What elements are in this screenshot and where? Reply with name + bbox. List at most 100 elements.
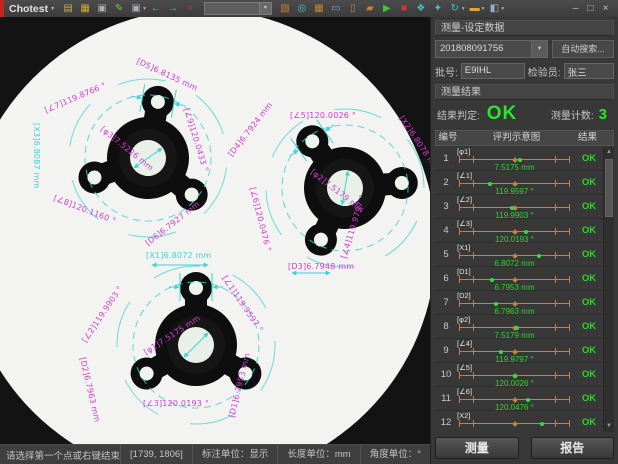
tolerance-diagram: [∠3] 120.0193 ° <box>457 219 575 242</box>
run-icon[interactable]: ▶ <box>380 2 395 15</box>
preset-dropdown[interactable]: ▾ <box>204 2 272 15</box>
measured-marker <box>524 230 528 234</box>
inspector-input[interactable]: 张三 <box>564 63 614 79</box>
save-as-icon[interactable]: ▣▾ <box>129 2 147 15</box>
table-row[interactable]: 5 [X1] 6.8072 mm OK <box>435 243 603 267</box>
table-row[interactable]: 2 [∠1] 119.9597 ° OK <box>435 171 603 195</box>
result-badge: OK <box>575 387 603 410</box>
scroll-down-icon[interactable]: ▼ <box>604 421 614 432</box>
table-row[interactable]: 7 [D2] 6.7963 mm OK <box>435 291 603 315</box>
result-badge: OK <box>575 291 603 314</box>
table-row[interactable]: 11 [∠6] 120.0476 ° OK <box>435 387 603 411</box>
undo-icon[interactable]: ← <box>149 2 164 15</box>
dataset-value: 201808091756 <box>436 41 531 57</box>
dim-D3: [D3]6.7948 mm <box>288 262 354 271</box>
row-number: 1 <box>435 147 457 170</box>
feature-label: [D1] <box>457 268 572 276</box>
tolerance-diagram: [φ1] 7.5175 mm <box>457 147 575 170</box>
toolbar: Chotest ▾ ▤▦▣✎▣▾←→× ▾ ▧◎▦▭▯▰▶■❖✦↻▾▬▾◧▾ –… <box>0 0 618 18</box>
column-diagram: 评判示意图 <box>460 131 573 145</box>
snapshot-tool-icon[interactable]: ◧▾ <box>487 2 505 15</box>
search-icon[interactable]: ◎ <box>295 2 310 15</box>
tolerance-bar <box>459 228 570 235</box>
row-number: 4 <box>435 219 457 242</box>
auto-search-button[interactable]: 自动搜索... <box>552 40 614 58</box>
section-header-results: 测量结果 <box>435 84 614 100</box>
tolerance-bar <box>459 420 570 427</box>
measure-count-value: 3 <box>599 106 607 123</box>
table-row[interactable]: 3 [∠2] 119.9903 ° OK <box>435 195 603 219</box>
nominal-marker <box>512 157 518 163</box>
table-row[interactable]: 10 [∠5] 120.0026 ° OK <box>435 363 603 387</box>
chevron-down-icon[interactable]: ▾ <box>531 41 547 57</box>
result-badge: OK <box>575 243 603 266</box>
tolerance-bar <box>459 180 570 187</box>
display-icon[interactable]: ▭ <box>329 2 344 15</box>
scrollbar-thumb[interactable] <box>605 159 613 217</box>
table-row[interactable]: 8 [φ2] 7.5179 mm OK <box>435 315 603 339</box>
edit-program-icon[interactable]: ✎ <box>112 2 127 15</box>
table-row[interactable]: 6 [D1] 6.7953 mm OK <box>435 267 603 291</box>
nominal-marker <box>512 397 518 403</box>
stop-icon[interactable]: ■ <box>397 2 412 15</box>
grid-view-icon[interactable]: ▦ <box>312 2 327 15</box>
length-unit: 长度单位：mm <box>277 445 359 464</box>
rotate-tool-icon[interactable]: ↻▾ <box>448 2 466 15</box>
measured-marker <box>537 254 541 258</box>
nominal-marker <box>512 181 518 187</box>
open-file-icon[interactable]: ▦ <box>78 2 93 15</box>
feature-label: [∠2] <box>457 196 572 204</box>
list-view-icon[interactable]: ▯ <box>346 2 361 15</box>
measured-marker <box>540 422 544 426</box>
measured-marker <box>518 158 522 162</box>
table-row[interactable]: 4 [∠3] 120.0193 ° OK <box>435 219 603 243</box>
report-button[interactable]: 报告 <box>531 437 615 459</box>
dataset-dropdown[interactable]: 201808091756 ▾ <box>435 40 548 58</box>
section-header-setup: 测量-设定数据 <box>435 20 614 36</box>
table-row[interactable]: 12 [X2] OK <box>435 411 603 432</box>
nominal-marker <box>512 349 518 355</box>
chevron-down-icon: ▾ <box>259 3 271 14</box>
save-icon[interactable]: ▣ <box>95 2 110 15</box>
measurement-canvas[interactable]: [D5]6.8135 mm [∠7]119.8766 ° [∠9]120.043… <box>0 17 430 444</box>
row-number: 11 <box>435 387 457 410</box>
result-judgement-value: OK <box>487 103 518 125</box>
scroll-up-icon[interactable]: ▲ <box>604 147 614 158</box>
nominal-marker <box>512 277 518 283</box>
close-button[interactable]: × <box>598 1 613 17</box>
measured-marker <box>513 374 517 378</box>
feature-label: [X2] <box>457 412 572 420</box>
measured-marker <box>526 398 530 402</box>
pick-tool-icon[interactable]: ❖ <box>414 2 429 15</box>
feature-label: [φ1] <box>457 148 572 156</box>
redo-icon[interactable]: → <box>166 2 181 15</box>
results-table: 1 [φ1] 7.5175 mm OK 2 <box>435 147 614 432</box>
new-file-icon[interactable]: ▤ <box>61 2 76 15</box>
table-row[interactable]: 1 [φ1] 7.5175 mm OK <box>435 147 603 171</box>
maximize-button[interactable]: □ <box>583 1 598 17</box>
result-badge: OK <box>575 147 603 170</box>
measure-button[interactable]: 测量 <box>435 437 519 459</box>
results-table-header: 编号 评判示意图 结果 <box>435 130 614 146</box>
column-result: 结果 <box>573 131 602 145</box>
result-badge: OK <box>575 315 603 338</box>
film-icon[interactable]: ▰ <box>363 2 378 15</box>
pattern-tool-icon[interactable]: ✦ <box>431 2 446 15</box>
image-capture-icon[interactable]: ▧ <box>278 2 293 15</box>
minimize-button[interactable]: – <box>568 1 583 17</box>
app-menu[interactable]: Chotest <box>9 3 48 15</box>
row-number: 12 <box>435 411 457 432</box>
feature-label: [∠5] <box>457 364 572 372</box>
layer-tool-icon[interactable]: ▬▾ <box>468 2 486 15</box>
result-badge: OK <box>575 267 603 290</box>
feature-label: [φ2] <box>457 316 572 324</box>
measure-count-label: 测量计数: <box>551 107 594 122</box>
measured-marker <box>490 278 494 282</box>
table-scrollbar[interactable]: ▲ ▼ <box>603 147 614 432</box>
delete-icon[interactable]: × <box>183 2 198 15</box>
table-row[interactable]: 9 [∠4] 119.9797 ° OK <box>435 339 603 363</box>
batch-input[interactable]: E9IHL <box>461 63 525 79</box>
chevron-down-icon[interactable]: ▾ <box>51 5 54 12</box>
tolerance-bar <box>459 300 570 307</box>
tolerance-diagram: [∠4] 119.9797 ° <box>457 339 575 362</box>
